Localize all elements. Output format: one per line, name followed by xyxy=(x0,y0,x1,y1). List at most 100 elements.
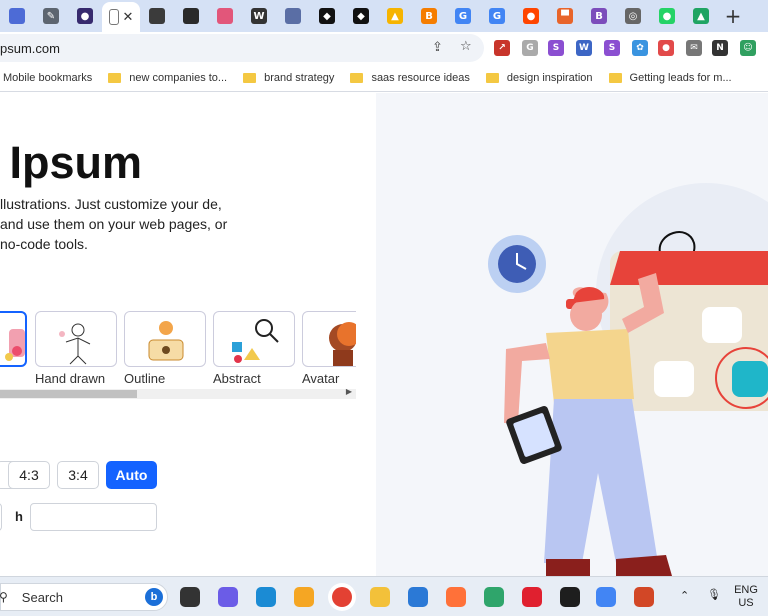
browser-tab[interactable]: W xyxy=(242,3,276,29)
color-picker-extension-icon[interactable]: ✿ xyxy=(632,40,648,56)
height-label: h xyxy=(15,509,23,524)
star-icon[interactable]: ☆ xyxy=(460,39,472,54)
bookmark-item[interactable]: new companies to... xyxy=(108,72,227,84)
bookmark-item[interactable]: Getting leads for m... xyxy=(608,71,732,84)
scroll-thumb[interactable] xyxy=(0,390,137,398)
browser-tab[interactable]: G xyxy=(480,3,514,29)
opera-icon[interactable] xyxy=(522,587,542,607)
bookmark-orange-icon: ▀ xyxy=(557,8,573,24)
style-card-avatar[interactable] xyxy=(302,311,356,367)
browser-tab[interactable] xyxy=(174,3,208,29)
meet-icon[interactable] xyxy=(218,587,238,607)
address-bar[interactable]: psum.com ⇪ ☆ xyxy=(0,34,484,62)
language-indicator[interactable]: ENG US xyxy=(730,584,762,610)
browser-tab[interactable] xyxy=(140,3,174,29)
chrome-icon[interactable] xyxy=(332,587,352,607)
taskbar: ⚲ Search b ⌃ 🎙 ENG US xyxy=(0,576,768,616)
bookmark-item[interactable]: saas resource ideas xyxy=(350,71,470,84)
store-icon[interactable] xyxy=(408,587,428,607)
share-icon[interactable]: ⇪ xyxy=(432,40,443,55)
browser-tab[interactable] xyxy=(0,3,34,29)
mail-extension-icon[interactable]: ✉ xyxy=(686,40,702,56)
robot-extension-icon[interactable]: ☺ xyxy=(740,40,756,56)
flower-illustration-icon xyxy=(5,329,25,361)
norton-icon[interactable] xyxy=(294,587,314,607)
browser-tab[interactable]: ● xyxy=(514,3,548,29)
bookmark-label: saas resource ideas xyxy=(371,71,470,84)
url-text[interactable]: psum.com xyxy=(0,41,60,56)
bookmarks-bar: Mobile bookmarks new companies to... brand… xyxy=(0,64,768,92)
blogger-icon: B xyxy=(421,8,437,24)
printer-icon xyxy=(285,8,301,24)
bookmark-label: Mobile bookmarks xyxy=(3,71,93,84)
style-card-hand-drawn[interactable] xyxy=(35,311,117,367)
close-tab-icon[interactable]: ✕ xyxy=(123,10,134,25)
browser-tab[interactable]: ✎ xyxy=(34,3,68,29)
style-card-outline[interactable] xyxy=(124,311,206,367)
chrome-alt-icon[interactable] xyxy=(596,587,616,607)
browser-tab[interactable]: ▲ xyxy=(684,3,718,29)
style-label-abstract: Abstract xyxy=(213,371,261,386)
bookmark-item[interactable]: brand strategy xyxy=(243,72,334,84)
monster-icon xyxy=(217,8,233,24)
chevron-up-icon[interactable]: ⌃ xyxy=(680,589,689,602)
browser-tab[interactable]: B xyxy=(412,3,446,29)
profile-icon xyxy=(9,8,25,24)
taskview-icon[interactable] xyxy=(180,587,200,607)
pie-extension-icon[interactable]: ● xyxy=(658,40,674,56)
tab-strip: ✎ ● ✕ W ◆ ◆ ▲ B G G ● ▀ B ◎ ● ▲ + xyxy=(0,0,768,32)
folder-icon xyxy=(485,72,499,83)
style-scrollbar[interactable]: ▶ xyxy=(0,387,356,399)
edge-icon[interactable] xyxy=(256,587,276,607)
edge-dev-icon[interactable] xyxy=(484,587,504,607)
grammar-extension-icon[interactable]: G xyxy=(522,40,538,56)
browser-tab[interactable]: ◆ xyxy=(344,3,378,29)
doc-icon xyxy=(108,9,119,25)
taskbar-search[interactable]: ⚲ Search b xyxy=(0,583,168,611)
width-input[interactable] xyxy=(0,503,2,531)
firefox-icon[interactable] xyxy=(446,587,466,607)
ratio-option-3-4[interactable]: 3:4 xyxy=(57,461,99,489)
circle-avatar-icon: ● xyxy=(77,8,93,24)
new-extension-icon[interactable]: N xyxy=(712,40,728,56)
drive-icon: ▲ xyxy=(693,8,709,24)
browser-tab[interactable]: ✕ xyxy=(102,2,140,32)
browser-tab[interactable]: ◎ xyxy=(616,3,650,29)
ratio-option-4-3[interactable]: 4:3 xyxy=(8,461,50,489)
browser-tab[interactable]: ▀ xyxy=(548,3,582,29)
folder-icon xyxy=(108,72,122,83)
page-title: e Ipsum xyxy=(0,137,143,188)
browser-tab[interactable]: B xyxy=(582,3,616,29)
ratio-option-auto[interactable]: Auto xyxy=(106,461,157,489)
style-card-abstract[interactable] xyxy=(213,311,295,367)
browser-tab[interactable] xyxy=(208,3,242,29)
microphone-icon[interactable]: 🎙 xyxy=(707,588,721,601)
bookmark-item[interactable]: Mobile bookmarks xyxy=(3,72,92,84)
wave-extension-icon[interactable]: W xyxy=(576,40,592,56)
style-label-outline: Outline xyxy=(124,371,166,386)
arrow-extension-icon[interactable]: ↗ xyxy=(494,40,510,56)
browser-tab[interactable]: ◆ xyxy=(310,3,344,29)
s-badge-extension-icon[interactable]: S xyxy=(604,40,620,56)
browser-tab[interactable]: ● xyxy=(68,3,102,29)
bing-icon[interactable]: b xyxy=(145,588,163,606)
style-selector: Hand drawn Outline Abstract Avatar xyxy=(0,311,356,387)
folder-icon xyxy=(243,72,257,83)
browser-tab[interactable]: ▲ xyxy=(378,3,412,29)
explorer-icon[interactable] xyxy=(370,587,390,607)
powerpoint-icon[interactable] xyxy=(634,587,654,607)
style-card-selected[interactable] xyxy=(0,311,27,367)
new-tab-button[interactable]: + xyxy=(718,4,748,28)
scroll-right-arrow-icon[interactable]: ▶ xyxy=(346,387,352,396)
chrome-icon: ◎ xyxy=(625,8,641,24)
figma-icon[interactable] xyxy=(560,587,580,607)
height-input[interactable] xyxy=(30,503,157,531)
browser-tab[interactable] xyxy=(276,3,310,29)
s-extension-icon[interactable]: S xyxy=(548,40,564,56)
bookmark-label: Getting leads for m... xyxy=(629,71,732,84)
browser-tab[interactable]: G xyxy=(446,3,480,29)
browser-tab[interactable]: ● xyxy=(650,3,684,29)
outline-illustration-icon xyxy=(148,321,184,361)
search-icon: ⚲ xyxy=(0,590,8,604)
bookmark-item[interactable]: design inspiration xyxy=(485,72,593,84)
